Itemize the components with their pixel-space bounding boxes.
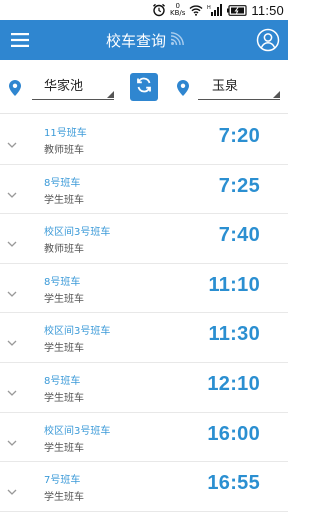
schedule-row[interactable]: 11号班车 教师班车 7:20 — [0, 115, 288, 165]
app-title-group: 校车查询 — [106, 20, 184, 60]
chevron-down-icon[interactable] — [6, 135, 18, 148]
chevron-down-icon[interactable] — [6, 234, 18, 248]
schedule-row[interactable]: 8号班车 学生班车 7:25 — [0, 165, 288, 215]
battery-icon — [227, 4, 248, 16]
from-station-value: 华家池 — [44, 79, 84, 94]
to-station-value: 玉泉 — [212, 79, 239, 94]
departure-time: 11:10 — [208, 273, 260, 296]
bus-type: 学生班车 — [44, 392, 84, 404]
bus-type: 学生班车 — [44, 194, 84, 206]
alarm-clock-icon — [152, 3, 166, 17]
hamburger-menu-icon[interactable] — [8, 28, 32, 52]
bus-name: 8号班车 — [44, 177, 81, 189]
bus-type: 学生班车 — [44, 343, 84, 355]
location-pin-icon — [177, 80, 189, 96]
wifi-signal-icon — [170, 31, 184, 50]
swap-stations-button[interactable] — [130, 73, 158, 101]
bus-type: 教师班车 — [44, 244, 84, 256]
schedule-row[interactable]: 7号班车 学生班车 16:55 — [0, 462, 288, 512]
chevron-down-icon[interactable] — [6, 284, 18, 297]
from-station-select[interactable]: 华家池 — [32, 76, 114, 100]
status-bar: 0 KB/s H 11:50 — [0, 0, 288, 20]
net-speed-unit: KB/s — [170, 9, 186, 17]
bus-type: 学生班车 — [44, 492, 84, 504]
schedule-row[interactable]: 校区间3号班车 教师班车 7:40 — [0, 214, 288, 264]
departure-time: 7:20 — [218, 125, 260, 147]
bus-type: 教师班车 — [44, 145, 84, 156]
user-profile-icon[interactable] — [256, 28, 280, 52]
bus-name: 校区间3号班车 — [44, 425, 111, 437]
bus-type: 学生班车 — [44, 442, 84, 454]
to-station-select[interactable]: 玉泉 — [198, 76, 280, 100]
refresh-swap-icon — [135, 76, 153, 98]
bus-name: 校区间3号班车 — [44, 227, 111, 239]
departure-time: 12:10 — [207, 372, 260, 395]
departure-time: 11:30 — [208, 323, 260, 346]
bus-name: 校区间3号班车 — [44, 326, 111, 338]
departure-time: 16:00 — [207, 422, 260, 445]
schedule-row[interactable]: 8号班车 学生班车 12:10 — [0, 363, 288, 413]
app-bar: 校车查询 — [0, 20, 288, 60]
location-pin-icon — [9, 80, 21, 96]
schedule-row[interactable]: 校区间3号班车 学生班车 11:30 — [0, 313, 288, 363]
departure-time: 7:25 — [218, 174, 260, 197]
chevron-down-icon[interactable] — [6, 383, 18, 396]
chevron-down-icon[interactable] — [6, 333, 18, 347]
status-time: 11:50 — [251, 2, 284, 18]
schedule-row[interactable]: 校区间3号班车 学生班车 16:00 — [0, 413, 288, 463]
schedule-list: 11号班车 教师班车 7:20 8号班车 学生班车 7:25 校区间3号班车 教… — [0, 115, 288, 512]
network-type-label: H — [207, 5, 211, 11]
bus-name: 8号班车 — [44, 375, 81, 387]
chevron-down-icon[interactable] — [6, 185, 18, 198]
dropdown-corner-icon — [107, 91, 114, 98]
route-selector: 华家池 玉泉 — [0, 60, 288, 114]
departure-time: 16:55 — [207, 472, 260, 495]
chevron-down-icon[interactable] — [6, 433, 18, 446]
dropdown-corner-icon — [273, 91, 280, 98]
bus-type: 学生班车 — [44, 293, 84, 305]
status-icons: 0 KB/s H 11:50 — [152, 0, 284, 20]
bus-name: 7号班车 — [44, 475, 81, 487]
net-speed-indicator: 0 KB/s — [170, 3, 185, 17]
departure-time: 7:40 — [218, 224, 260, 247]
cell-signal-icon: H — [207, 4, 223, 16]
bus-name: 8号班车 — [44, 276, 81, 288]
schedule-row[interactable]: 8号班车 学生班车 11:10 — [0, 264, 288, 314]
wifi-icon — [189, 4, 203, 16]
app-title: 校车查询 — [106, 31, 167, 50]
bus-name: 11号班车 — [44, 128, 87, 139]
chevron-down-icon[interactable] — [6, 482, 18, 496]
